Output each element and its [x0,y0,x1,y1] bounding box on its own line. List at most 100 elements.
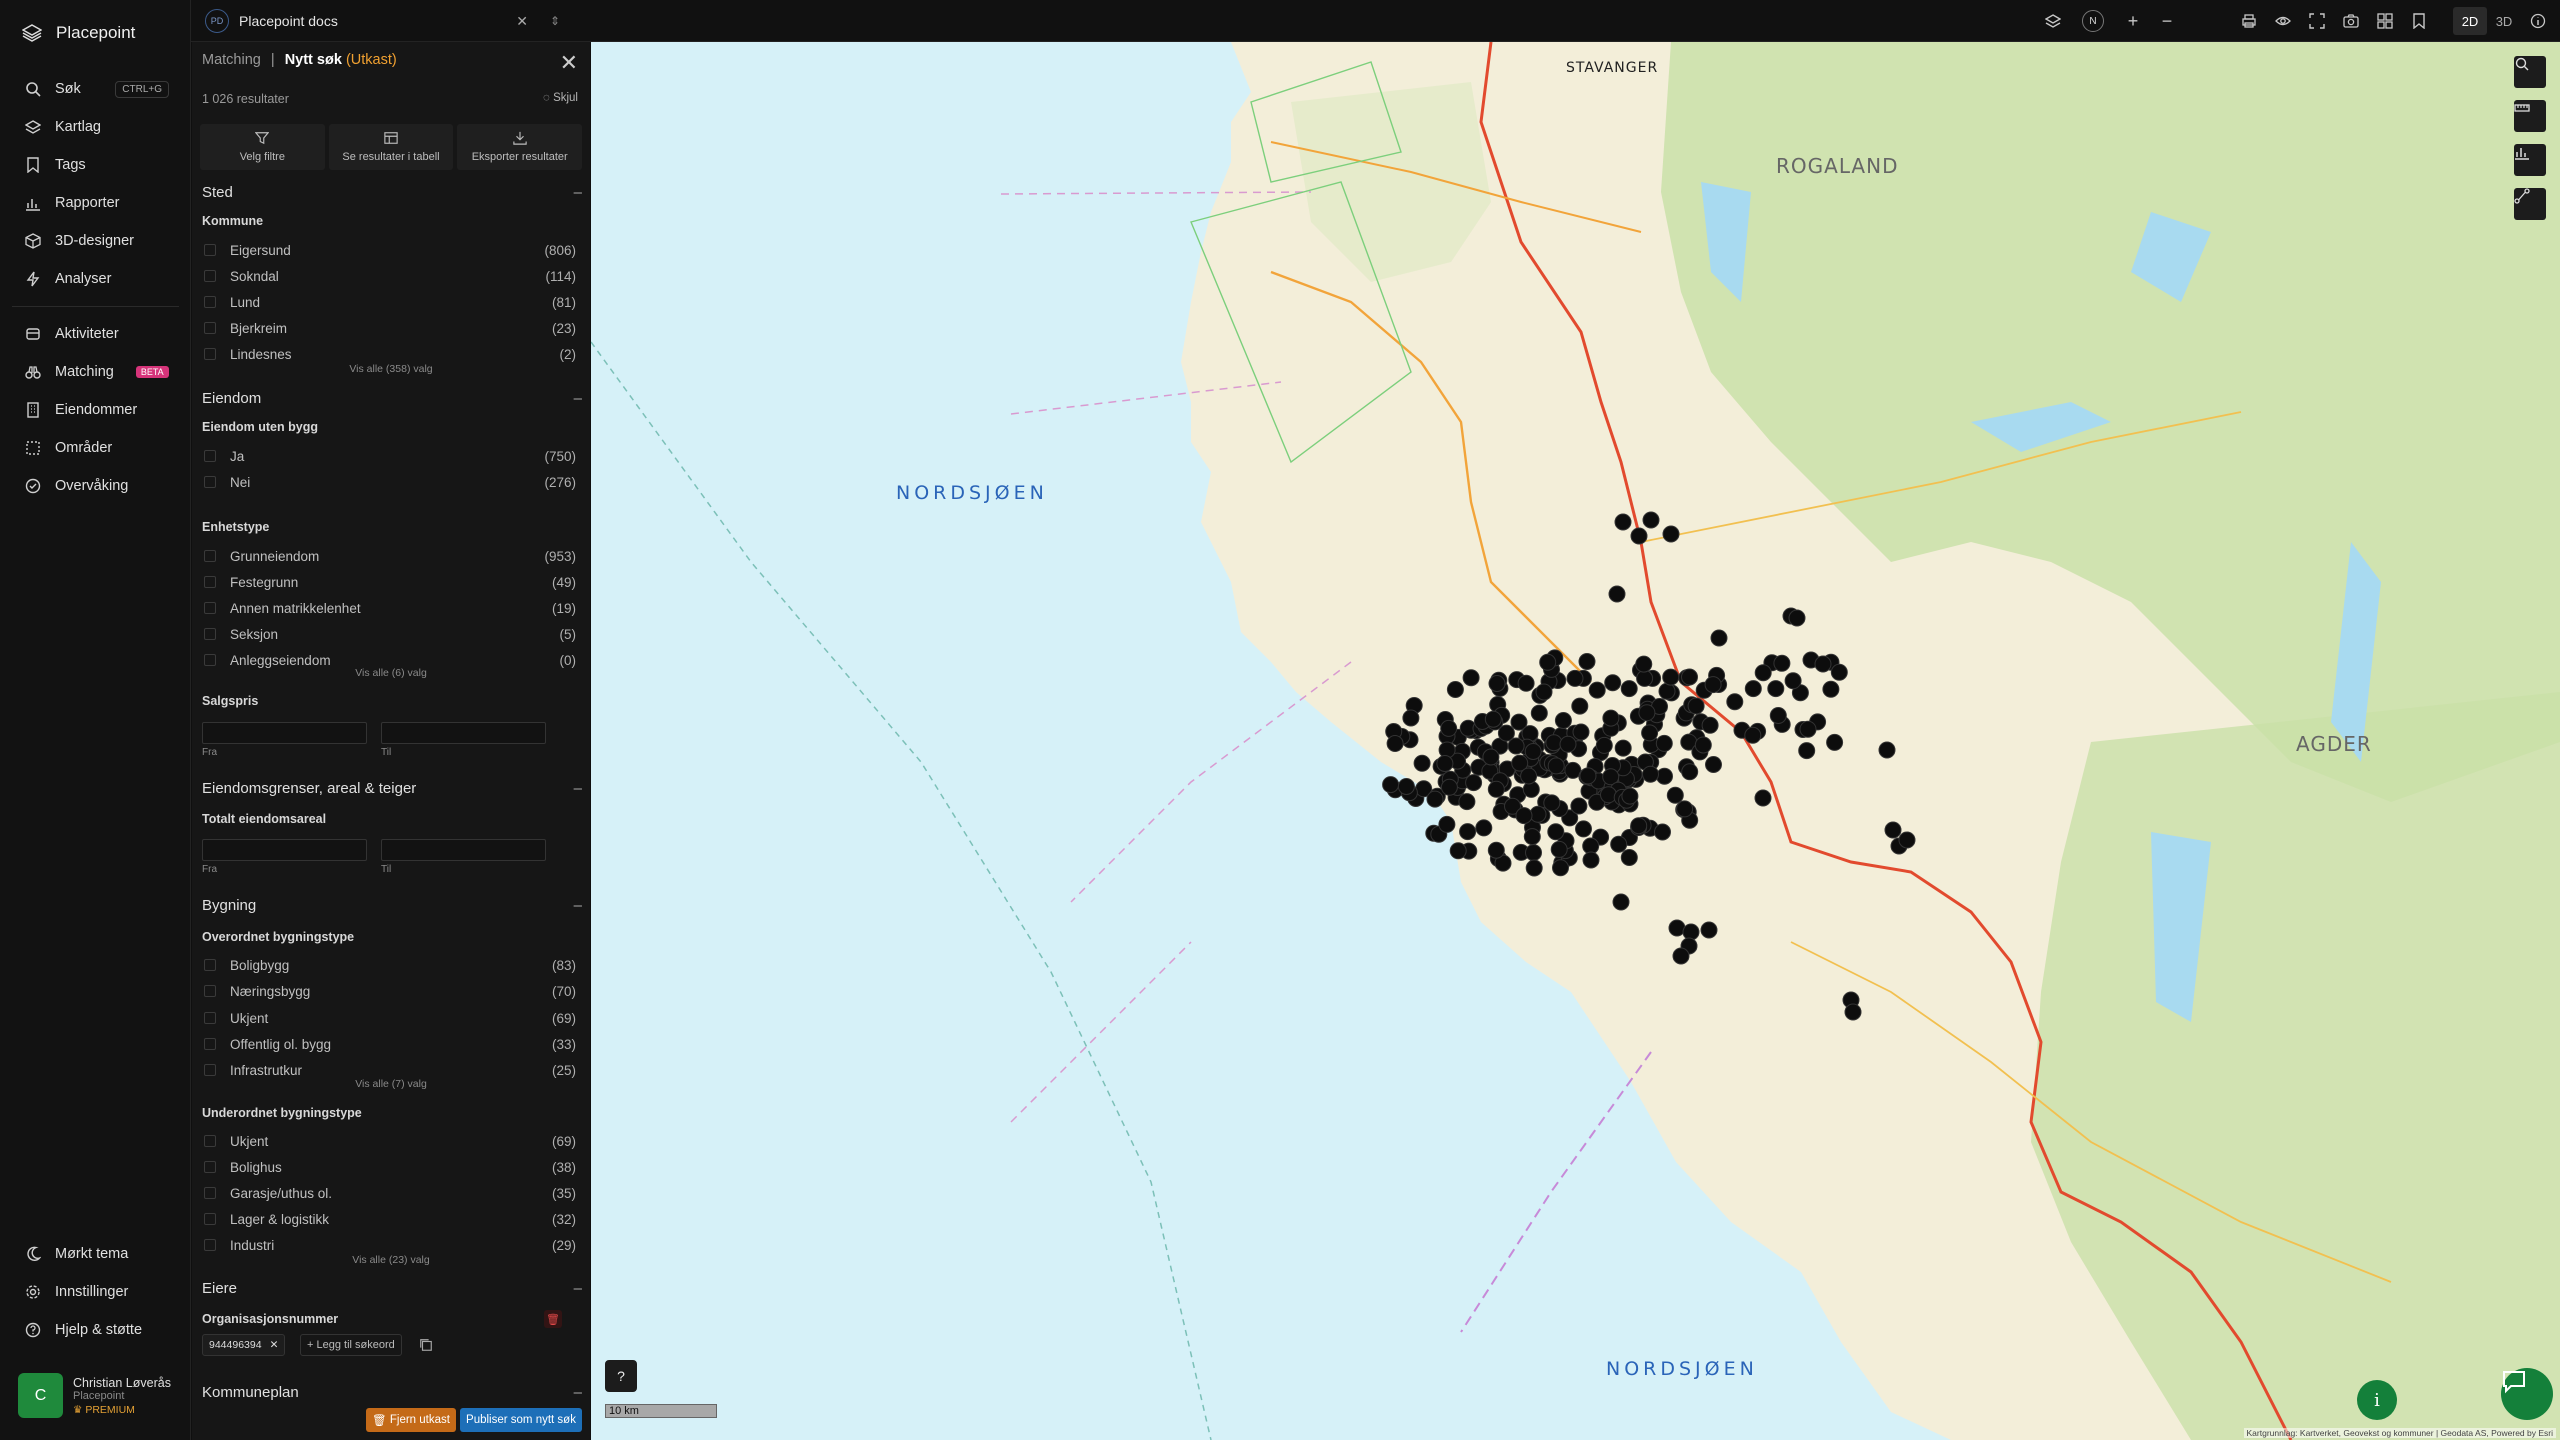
result-marker[interactable] [1614,513,1632,531]
checkbox[interactable] [204,270,216,282]
result-marker[interactable] [1638,704,1656,722]
nav-item-aktiviteter[interactable]: Aktiviteter [0,315,191,353]
result-marker[interactable] [1497,724,1515,742]
checkbox[interactable] [204,1187,216,1199]
result-marker[interactable] [1701,716,1719,734]
option-eigersund[interactable]: Eigersund (806) [204,240,576,260]
salgspris-from-input[interactable] [202,722,367,744]
result-marker[interactable] [1608,585,1626,603]
checkbox[interactable] [204,602,216,614]
remove-tag-icon[interactable]: ✕ [270,1339,279,1351]
mode-2d-button[interactable]: 2D [2453,7,2487,35]
result-marker[interactable] [1547,757,1565,775]
collapse-icon[interactable]: – [574,390,582,407]
section-eiendom[interactable]: Eiendom – [202,390,582,407]
collapse-icon[interactable]: – [574,780,582,797]
nav-item-matching[interactable]: Matching BETA [0,353,191,391]
result-marker[interactable] [1676,800,1694,818]
result-marker[interactable] [1641,724,1659,742]
result-marker[interactable] [1413,754,1431,772]
result-marker[interactable] [1459,823,1477,841]
nav-item-dark-theme[interactable]: Mørkt tema [0,1235,191,1273]
checkbox[interactable] [204,1012,216,1024]
result-marker[interactable] [1635,655,1653,673]
result-marker[interactable] [1566,669,1584,687]
option-festegrunn[interactable]: Festegrunn (49) [204,572,576,592]
copy-icon[interactable] [419,1338,433,1357]
nav-item-tags[interactable]: Tags [0,146,191,184]
result-marker[interactable] [1658,682,1676,700]
grid-button[interactable] [2368,0,2402,42]
option-ukjent[interactable]: Ukjent (69) [204,1008,576,1028]
result-marker[interactable] [1744,726,1762,744]
result-marker[interactable] [1465,774,1483,792]
result-marker[interactable] [1446,681,1464,698]
checkbox[interactable] [204,654,216,666]
option-bolighus[interactable]: Bolighus (38) [204,1157,576,1177]
result-marker[interactable] [1520,767,1538,785]
result-marker[interactable] [1681,668,1698,686]
add-keyword-button[interactable]: + Legg til søkeord [300,1334,402,1356]
result-marker[interactable] [1662,668,1680,686]
result-marker[interactable] [1458,793,1476,811]
result-marker[interactable] [1884,821,1902,839]
salgspris-to-input[interactable] [381,722,546,744]
option-offentlig[interactable]: Offentlig ol. bygg (33) [204,1034,576,1054]
section-kommuneplan[interactable]: Kommuneplan – [202,1384,582,1401]
checkbox[interactable] [204,1161,216,1173]
areal-from-input[interactable] [202,839,367,861]
result-marker[interactable] [1550,840,1568,858]
result-marker[interactable] [1588,681,1606,699]
show-table-button[interactable]: Se resultater i tabell [328,124,454,170]
clear-icon[interactable]: ✕ [516,13,528,30]
publish-button[interactable]: Publiser som nytt søk [460,1408,582,1432]
result-marker[interactable] [1630,527,1648,545]
option-lund[interactable]: Lund (81) [204,292,576,312]
result-marker[interactable] [1545,734,1563,752]
result-marker[interactable] [1539,653,1557,671]
result-marker[interactable] [1769,707,1787,724]
result-marker[interactable] [1582,851,1600,869]
result-marker[interactable] [1681,763,1699,781]
result-marker[interactable] [1397,778,1415,795]
map-route-button[interactable] [2514,188,2546,220]
result-marker[interactable] [1799,720,1817,738]
map-chart-button[interactable] [2514,144,2546,176]
result-marker[interactable] [1523,828,1541,846]
section-sted[interactable]: Sted – [202,184,582,201]
result-marker[interactable] [1449,842,1467,860]
result-marker[interactable] [1462,669,1480,687]
result-marker[interactable] [1654,823,1671,841]
checkbox[interactable] [204,476,216,488]
result-marker[interactable] [1630,817,1648,835]
checkbox[interactable] [204,550,216,562]
hide-button[interactable]: ◌ Skjul [543,92,578,104]
fullscreen-button[interactable] [2300,0,2334,42]
result-marker[interactable] [1700,921,1718,939]
result-marker[interactable] [1798,742,1816,760]
map-help-button[interactable]: ? [605,1360,637,1392]
result-marker[interactable] [1662,525,1680,543]
result-marker[interactable] [1844,1003,1862,1021]
result-marker[interactable] [1754,664,1772,682]
show-all-enhetstype-link[interactable]: Vis alle (6) valg [192,667,590,679]
result-marker[interactable] [1487,841,1505,859]
user-card[interactable]: C Christian Løverås Placepoint ♛ PREMIUM [18,1373,171,1418]
result-marker[interactable] [1488,675,1506,692]
result-marker[interactable] [1814,655,1832,673]
result-marker[interactable] [1826,733,1844,751]
result-marker[interactable] [1524,743,1542,760]
zoom-in-button[interactable]: + [2116,0,2150,42]
option-infrastruktur[interactable]: Infrastrutkur (25) [204,1060,576,1080]
result-marker[interactable] [1614,739,1632,757]
result-marker[interactable] [1517,674,1535,692]
nav-item-sok[interactable]: Søk CTRL+G [0,70,191,108]
result-marker[interactable] [1642,765,1659,783]
result-marker[interactable] [1475,819,1493,837]
result-marker[interactable] [1620,849,1638,866]
remove-draft-button[interactable]: 🗑 Fjern utkast [366,1408,456,1432]
option-annen-matrikkelenhet[interactable]: Annen matrikkelenhet (19) [204,598,576,618]
option-lager[interactable]: Lager & logistikk (32) [204,1209,576,1229]
result-marker[interactable] [1578,653,1596,670]
section-bygning[interactable]: Bygning – [202,897,582,914]
